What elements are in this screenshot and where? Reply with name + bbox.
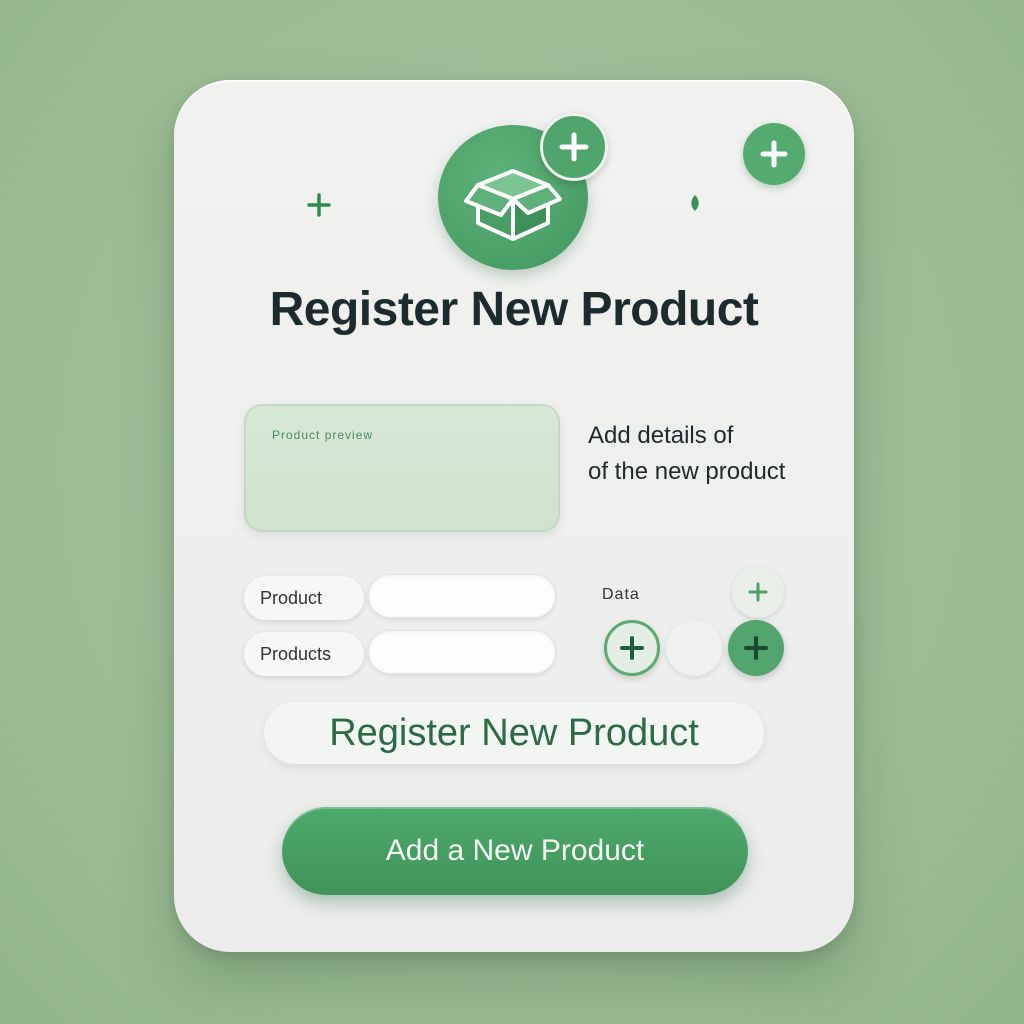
sparkle-plus-icon [304, 190, 334, 220]
plus-icon [760, 140, 788, 168]
plus-icon [748, 582, 768, 602]
data-label: Data [602, 586, 640, 603]
plus-icon [744, 636, 768, 660]
sparkle-leaf-icon [688, 194, 702, 212]
products-field-label: Products [244, 632, 364, 676]
add-new-product-button[interactable]: Add a New Product [282, 807, 748, 895]
add-badge-icon [540, 113, 608, 181]
register-new-product-link[interactable]: Register New Product [264, 702, 764, 764]
register-product-card: Register New Product Product preview Add… [174, 80, 854, 952]
corner-add-button[interactable] [743, 123, 805, 185]
page-title: Register New Product [269, 283, 759, 336]
add-data-small-button[interactable] [732, 566, 784, 618]
description-line-1: Add details of [588, 422, 734, 449]
add-data-filled-button[interactable] [728, 620, 784, 676]
products-input[interactable] [368, 630, 556, 674]
product-preview-panel[interactable]: Product preview [244, 404, 560, 532]
product-field-label: Product [244, 576, 364, 620]
preview-label: Product preview [272, 428, 374, 442]
empty-slot-button[interactable] [666, 620, 722, 676]
description-line-2: of the new product [588, 458, 786, 485]
add-data-outline-button[interactable] [604, 620, 660, 676]
form-description: Add details of of the new product [588, 418, 838, 490]
product-input[interactable] [368, 574, 556, 618]
plus-icon [620, 636, 644, 660]
